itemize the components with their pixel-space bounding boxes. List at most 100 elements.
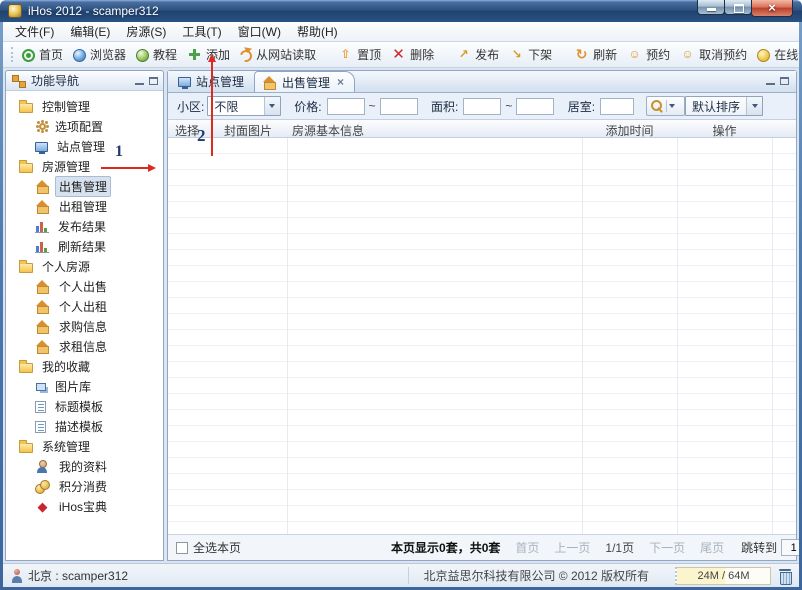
sidebar-item-image-library[interactable]: 图片库 [6,376,163,396]
sidebar-item-rent-management[interactable]: 出租管理 [6,196,163,216]
minimize-button[interactable] [697,0,725,15]
house-icon [35,319,50,334]
panel-maximize-icon[interactable] [780,77,789,85]
list-icon [35,421,46,433]
tutorial-button[interactable]: 教程 [131,44,182,65]
pin-top-button[interactable]: ⇧ 置顶 [333,44,386,65]
pagination-bar: 全选本页 本页显示0套，共0套 首页 上一页 1/1页 下一页 尾页 跳转到 [168,534,796,560]
district-dropdown[interactable]: 不限 [207,96,281,116]
sidebar-item-listing-management[interactable]: 房源管理 [6,156,163,176]
panel-maximize-icon[interactable] [149,77,158,85]
menu-tools[interactable]: 工具(T) [174,22,229,42]
sidebar-item-my-favorites[interactable]: 我的收藏 [6,356,163,376]
sidebar-item-refresh-results[interactable]: 刷新结果 [6,236,163,256]
next-page-link[interactable]: 下一页 [649,539,685,556]
unpublish-button[interactable]: ↘ 下架 [504,44,557,65]
rooms-input[interactable] [600,98,634,115]
chevron-down-icon [669,104,675,111]
menu-listing[interactable]: 房源(S) [118,22,174,42]
import-icon [238,47,254,63]
delete-button[interactable]: ✕ 删除 [386,44,439,65]
chevron-down-icon [752,104,758,111]
column-actions[interactable]: 操作 [677,122,772,139]
column-divider [582,138,583,534]
online-help-button[interactable]: 在线帮助 [752,44,799,65]
search-icon [650,99,664,113]
sidebar-item-personal-rent[interactable]: 个人出租 [6,296,163,316]
sidebar-item-personal-sale[interactable]: 个人出售 [6,276,163,296]
select-all-label: 全选本页 [193,539,241,556]
unpublish-icon: ↘ [509,47,524,62]
last-page-link[interactable]: 尾页 [700,539,724,556]
sidebar-item-points-consumption[interactable]: 积分消费 [6,476,163,496]
cancel-reserve-button[interactable]: ☺ 取消预约 [675,44,752,65]
toolbar-handle [11,47,13,62]
column-select[interactable]: 选择 [175,122,199,139]
sidebar-item-my-profile[interactable]: 我的资料 [6,456,163,476]
menu-edit[interactable]: 编辑(E) [62,22,118,42]
read-from-site-button[interactable]: 从网站读取 [235,44,321,65]
sidebar-item-personal-listings[interactable]: 个人房源 [6,256,163,276]
sort-dropdown[interactable]: 默认排序 [685,96,763,116]
menu-file[interactable]: 文件(F) [7,22,62,42]
sidebar-item-rent-requests[interactable]: 求租信息 [6,336,163,356]
sidebar-item-site-management[interactable]: 站点管理 [6,136,163,156]
memory-indicator: 24M / 64M [675,567,771,585]
trash-icon[interactable] [779,569,791,583]
folder-icon [19,163,33,173]
sidebar-item-buy-requests[interactable]: 求购信息 [6,316,163,336]
refresh-button[interactable]: ↻ 刷新 [569,44,622,65]
menu-window[interactable]: 窗口(W) [230,22,289,42]
sidebar-title: 功能导航 [31,72,130,89]
status-copyright: 北京益思尔科技有限公司 © 2012 版权所有 [408,567,649,584]
panel-minimize-icon[interactable] [766,77,775,85]
sidebar-item-sale-management[interactable]: 出售管理 [6,176,163,196]
first-page-link[interactable]: 首页 [515,539,539,556]
search-button[interactable] [646,96,685,116]
column-cover-image[interactable]: 封面图片 [224,122,272,139]
house-icon [35,339,50,354]
sidebar-item-title-templates[interactable]: 标题模板 [6,396,163,416]
area-max-input[interactable] [516,98,554,115]
select-all-checkbox[interactable] [176,542,188,554]
price-max-input[interactable] [380,98,418,115]
publish-button[interactable]: ↗ 发布 [451,44,504,65]
sidebar-item-ihos-treasure[interactable]: ◆iHos宝典 [6,496,163,516]
home-button[interactable]: 首页 [17,44,68,65]
tab-sale-management[interactable]: 出售管理 × [254,71,355,92]
reserve-button[interactable]: ☺ 预约 [622,44,675,65]
bar-chart-icon [35,240,49,253]
up-arrow-icon: ⇧ [338,47,353,62]
maximize-button[interactable] [724,0,752,15]
prev-page-link[interactable]: 上一页 [554,539,590,556]
area-min-input[interactable] [463,98,501,115]
page-indicator: 1/1页 [605,539,634,556]
jump-label: 跳转到 [741,539,777,556]
area-range-separator: ~ [505,99,512,113]
menu-help[interactable]: 帮助(H) [289,22,346,42]
rooms-label: 居室: [568,98,595,115]
dropdown-button[interactable] [746,97,762,115]
price-range-separator: ~ [369,99,376,113]
window-controls [698,0,793,17]
sidebar-item-publish-results[interactable]: 发布结果 [6,216,163,236]
sidebar-item-control-management[interactable]: 控制管理 [6,96,163,116]
tab-close-icon[interactable]: × [337,75,344,89]
close-button[interactable] [751,0,793,17]
app-icon [8,4,22,18]
dropdown-button[interactable] [264,97,280,115]
column-added-time[interactable]: 添加时间 [582,122,677,139]
globe-icon [73,49,86,62]
sidebar-item-system-management[interactable]: 系统管理 [6,436,163,456]
price-min-input[interactable] [327,98,365,115]
sidebar-item-option-config[interactable]: 选项配置 [6,116,163,136]
column-listing-info[interactable]: 房源基本信息 [292,122,364,139]
column-divider [287,138,288,534]
browser-button[interactable]: 浏览器 [68,44,131,65]
sidebar-item-description-templates[interactable]: 描述模板 [6,416,163,436]
panel-minimize-icon[interactable] [135,77,144,85]
folder-icon [19,263,33,273]
jump-page-input[interactable] [781,539,799,556]
reserve-icon: ☺ [627,47,642,62]
page-summary: 本页显示0套，共0套 [391,539,500,556]
